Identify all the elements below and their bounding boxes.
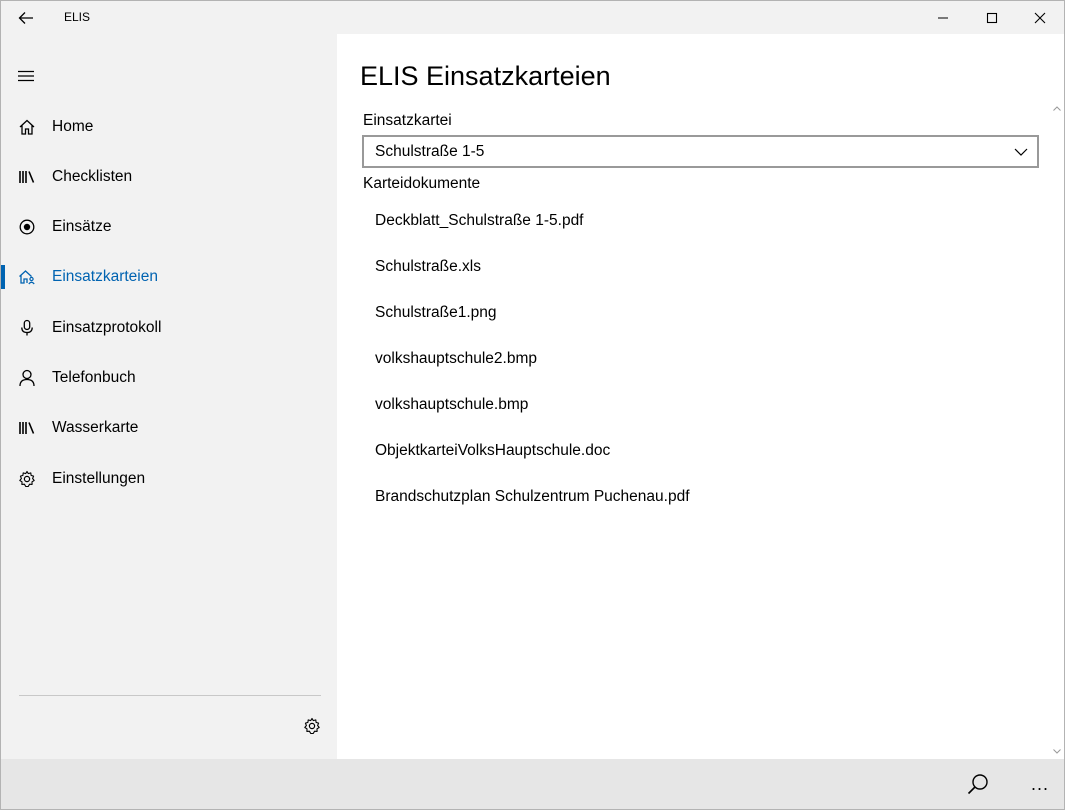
vertical-scrollbar[interactable] xyxy=(1051,104,1063,759)
close-button[interactable] xyxy=(1016,1,1064,34)
sidebar-divider xyxy=(19,695,321,696)
nav-item-label: Checklisten xyxy=(52,168,133,185)
search-button[interactable] xyxy=(956,764,1000,804)
close-icon xyxy=(1034,12,1046,23)
nav-item-wasserkarte[interactable]: Wasserkarte xyxy=(1,406,337,450)
scroll-up-icon[interactable] xyxy=(1053,104,1061,112)
scroll-down-icon[interactable] xyxy=(1053,747,1061,755)
house-people-icon xyxy=(17,267,37,287)
list-item[interactable]: ObjektkarteiVolksHauptschule.doc xyxy=(362,428,1039,474)
list-item[interactable]: volkshauptschule2.bmp xyxy=(362,336,1039,382)
page-title: ELIS Einsatzkarteien xyxy=(360,61,611,91)
window-title: ELIS xyxy=(64,10,91,24)
nav-item-einsaetze[interactable]: Einsätze xyxy=(1,205,337,249)
list-item[interactable]: Deckblatt_Schulstraße 1-5.pdf xyxy=(362,198,1039,244)
back-button[interactable] xyxy=(1,1,51,34)
nav-item-label: Wasserkarte xyxy=(52,419,139,436)
nav-item-label: Einsatzkarteien xyxy=(52,268,158,285)
gear-icon xyxy=(304,717,320,735)
nav-item-telefonbuch[interactable]: Telefonbuch xyxy=(1,356,337,400)
library-icon xyxy=(17,418,37,438)
navigation-pane: Home Checklisten Einsätze Einsatzkarteie… xyxy=(1,34,337,759)
chevron-down-icon xyxy=(1013,145,1029,159)
nav-item-einsatzprotokoll[interactable]: Einsatzprotokoll xyxy=(1,306,337,350)
nav-item-checklisten[interactable]: Checklisten xyxy=(1,155,337,199)
more-options-button[interactable]: ... xyxy=(1018,764,1062,804)
karteidokumente-label: Karteidokumente xyxy=(363,175,481,192)
einsatzkartei-label: Einsatzkartei xyxy=(363,112,452,129)
back-arrow-icon xyxy=(18,11,33,24)
nav-item-home[interactable]: Home xyxy=(1,105,337,149)
nav-item-label: Einsatzprotokoll xyxy=(52,319,162,336)
maximize-button[interactable] xyxy=(968,1,1016,34)
app-window: ELIS Home Checklisten Einsätze Einsatzka… xyxy=(0,0,1065,810)
nav-item-einstellungen[interactable]: Einstellungen xyxy=(1,457,337,501)
hamburger-icon xyxy=(18,70,34,82)
gear-icon xyxy=(17,469,37,489)
einsatzkartei-combobox[interactable]: Schulstraße 1-5 xyxy=(362,135,1039,168)
maximize-icon xyxy=(986,12,998,23)
nav-item-einsatzkarteien[interactable]: Einsatzkarteien xyxy=(1,255,337,299)
library-icon xyxy=(17,167,37,187)
list-item[interactable]: volkshauptschule.bmp xyxy=(362,382,1039,428)
hamburger-menu-button[interactable] xyxy=(1,56,51,96)
settings-button[interactable] xyxy=(292,706,332,746)
radio-target-icon xyxy=(17,217,37,237)
title-bar: ELIS xyxy=(1,1,1064,34)
combobox-selected-value: Schulstraße 1-5 xyxy=(375,143,485,160)
nav-item-label: Einsätze xyxy=(52,218,112,235)
search-icon xyxy=(967,774,988,795)
nav-item-label: Home xyxy=(52,118,94,135)
bottom-app-bar: ... xyxy=(1,759,1064,809)
list-item[interactable]: Schulstraße1.png xyxy=(362,290,1039,336)
person-icon xyxy=(17,368,37,388)
main-content: ELIS Einsatzkarteien Einsatzkartei Schul… xyxy=(337,34,1064,759)
minimize-button[interactable] xyxy=(919,1,967,34)
selection-indicator xyxy=(1,265,5,289)
home-icon xyxy=(17,117,37,137)
nav-item-label: Telefonbuch xyxy=(52,369,136,386)
minimize-icon xyxy=(938,17,948,18)
document-list: Deckblatt_Schulstraße 1-5.pdf Schulstraß… xyxy=(362,198,1039,520)
list-item[interactable]: Schulstraße.xls xyxy=(362,244,1039,290)
nav-item-label: Einstellungen xyxy=(52,470,146,487)
list-item[interactable]: Brandschutzplan Schulzentrum Puchenau.pd… xyxy=(362,474,1039,520)
microphone-icon xyxy=(17,318,37,338)
